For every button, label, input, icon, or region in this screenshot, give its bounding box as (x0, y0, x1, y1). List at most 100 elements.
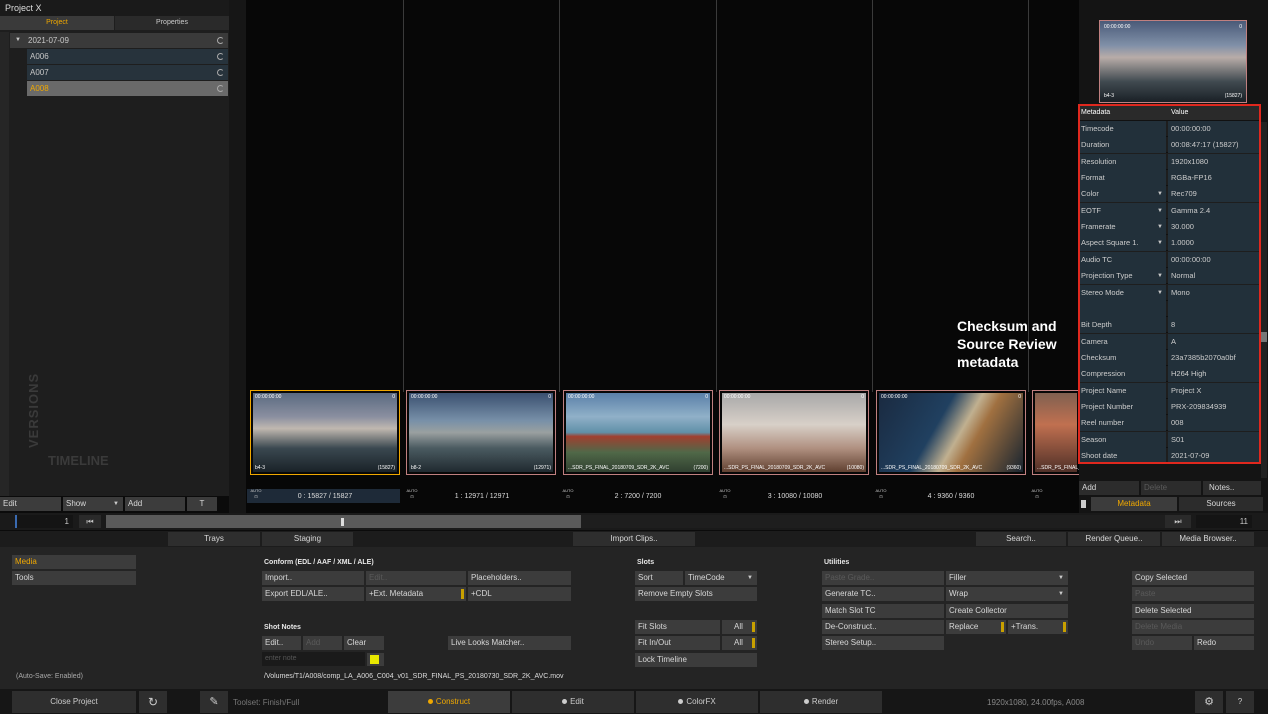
auto-label: AUTO (1031, 488, 1043, 493)
sort-button[interactable]: Sort (635, 571, 683, 585)
menu-media[interactable]: Media (12, 555, 136, 569)
tab-colorfx[interactable]: ColorFX (636, 691, 758, 713)
add-note-button[interactable]: Add (303, 636, 342, 650)
tab-edit[interactable]: Edit (512, 691, 634, 713)
create-collector-button[interactable]: Create Collector (946, 604, 1068, 618)
delete-selected-button[interactable]: Delete Selected (1132, 604, 1254, 618)
fit-slots-button[interactable]: Fit Slots (635, 620, 720, 634)
close-project-button[interactable]: Close Project (12, 691, 136, 713)
tab-render[interactable]: Render (760, 691, 882, 713)
show-dropdown[interactable]: Show ▼ (63, 497, 123, 511)
replace-toggle[interactable]: Replace (946, 620, 1006, 634)
timeline-label[interactable]: TIMELINE (48, 453, 109, 468)
trans-label: +Trans. (1011, 622, 1039, 631)
viewer-gutter (229, 0, 246, 513)
export-edl-button[interactable]: Export EDL/ALE.. (262, 587, 364, 601)
staging-button[interactable]: Staging (262, 532, 353, 546)
timeline-track[interactable] (581, 515, 1165, 528)
tab-project[interactable]: Project (0, 16, 114, 30)
thumbnail-partial[interactable]: ...SDR_PS_FINAL_ (1032, 390, 1081, 475)
import-clips-button[interactable]: Import Clips.. (573, 532, 695, 546)
cdl-toggle[interactable]: +CDL (468, 587, 571, 601)
delete-metadata-button[interactable]: Delete (1141, 481, 1201, 495)
panel-toggle-icon[interactable] (1081, 500, 1086, 508)
jump-end-icon[interactable]: ⏭ (1165, 515, 1191, 528)
wrench-icon[interactable]: ✎ (200, 691, 228, 713)
gear-icon[interactable]: ⚙ (1195, 691, 1223, 713)
expand-triangle-icon[interactable]: ▼ (15, 33, 21, 48)
timeline-end-field[interactable]: 11 (1196, 515, 1252, 528)
deconstruct-button[interactable]: De-Construct.. (822, 620, 944, 634)
placeholders-button[interactable]: Placeholders.. (468, 571, 571, 585)
edit-note-button[interactable]: Edit.. (262, 636, 301, 650)
note-color-swatch[interactable] (367, 653, 384, 666)
lock-timeline-button[interactable]: Lock Timeline (635, 653, 757, 667)
render-queue-button[interactable]: Render Queue.. (1068, 532, 1160, 546)
thumbnail[interactable]: 00:00:00:00 0 ...SDR_PS_FINAL_20180709_SD… (876, 390, 1026, 475)
tab-construct[interactable]: Construct (388, 691, 510, 713)
thumbnail[interactable]: 00:00:00:00 0 ...SDR_PS_FINAL_20180709_SD… (563, 390, 713, 475)
list-item[interactable]: A006 (27, 49, 228, 64)
ext-metadata-toggle[interactable]: +Ext. Metadata (366, 587, 466, 601)
list-item[interactable]: A007 (27, 65, 228, 80)
redo-button[interactable]: Redo (1194, 636, 1254, 650)
search-button[interactable]: Search.. (976, 532, 1066, 546)
playhead[interactable] (341, 518, 344, 526)
auto-icon[interactable]: AUTO ⊡ (405, 488, 419, 502)
thumbnail[interactable]: 00:00:00:00 0 b4-3 (15827) (250, 390, 400, 475)
metadata-scrollbar[interactable] (1261, 122, 1267, 478)
filler-dropdown[interactable]: Filler ▼ (946, 571, 1068, 585)
paste-grade-button[interactable]: Paste Grade.. (822, 571, 944, 585)
fit-inout-button[interactable]: Fit In/Out (635, 636, 720, 650)
scrollbar-thumb[interactable] (1261, 332, 1267, 342)
date-group-row[interactable]: ▼ 2021-07-09 (10, 33, 228, 48)
tab-properties[interactable]: Properties (115, 16, 229, 30)
edit-conform-button[interactable]: Edit.. (366, 571, 466, 585)
wrap-dropdown[interactable]: Wrap ▼ (946, 587, 1068, 601)
menu-tools[interactable]: Tools (12, 571, 136, 585)
clear-note-button[interactable]: Clear (344, 636, 384, 650)
preview-thumbnail[interactable]: 00:00:00:00 0 b4-3 (15827) (1099, 20, 1247, 103)
help-button[interactable]: ? (1226, 691, 1254, 713)
media-browser-button[interactable]: Media Browser.. (1162, 532, 1254, 546)
auto-icon[interactable]: AUTO ⊡ (718, 488, 732, 502)
trays-button[interactable]: Trays (168, 532, 260, 546)
auto-icon[interactable]: AUTO ⊡ (249, 488, 263, 502)
auto-icon[interactable]: AUTO ⊡ (1030, 488, 1044, 502)
thumbnail[interactable]: 00:00:00:00 0 b8-2 (12971) (406, 390, 556, 475)
timeline-start-field[interactable]: 1 (16, 515, 73, 528)
fit-slots-all-toggle[interactable]: All (722, 620, 757, 634)
auto-icon[interactable]: AUTO ⊡ (561, 488, 575, 502)
add-metadata-button[interactable]: Add (1079, 481, 1139, 495)
generate-tc-button[interactable]: Generate TC.. (822, 587, 944, 601)
edit-dropdown[interactable]: Edit (0, 497, 61, 511)
fit-inout-all-toggle[interactable]: All (722, 636, 757, 650)
loading-icon (217, 53, 224, 60)
note-input[interactable]: enter note (262, 652, 365, 666)
list-item-selected[interactable]: A008 (27, 81, 228, 96)
thumbnail[interactable]: 00:00:00:00 0 ...SDR_PS_FINAL_20180709_SD… (719, 390, 869, 475)
add-button[interactable]: Add (125, 497, 185, 511)
loading-icon (217, 37, 224, 44)
add-note-label: Add (306, 638, 321, 647)
tab-sources[interactable]: Sources (1179, 497, 1263, 511)
remove-empty-slots-button[interactable]: Remove Empty Slots (635, 587, 757, 601)
live-looks-button[interactable]: Live Looks Matcher.. (448, 636, 571, 650)
import-button[interactable]: Import.. (262, 571, 364, 585)
jump-start-icon[interactable]: ⏮ (79, 515, 101, 528)
trans-toggle[interactable]: +Trans. (1008, 620, 1068, 634)
stereo-setup-button[interactable]: Stereo Setup.. (822, 636, 944, 650)
delete-media-button[interactable]: Delete Media (1132, 620, 1254, 634)
undo-button[interactable]: Undo (1132, 636, 1192, 650)
t-button[interactable]: T (187, 497, 217, 511)
sort-dropdown[interactable]: TimeCode ▼ (685, 571, 757, 585)
paste-button[interactable]: Paste (1132, 587, 1254, 601)
tab-metadata[interactable]: Metadata (1091, 497, 1177, 511)
refresh-icon[interactable]: ↻ (139, 691, 167, 713)
notes-button[interactable]: Notes.. (1203, 481, 1261, 495)
versions-label[interactable]: VERSIONS (26, 373, 41, 448)
copy-selected-button[interactable]: Copy Selected (1132, 571, 1254, 585)
match-slot-tc-button[interactable]: Match Slot TC (822, 604, 944, 618)
auto-icon[interactable]: AUTO ⊡ (874, 488, 888, 502)
project-scrollbar[interactable] (0, 32, 9, 496)
